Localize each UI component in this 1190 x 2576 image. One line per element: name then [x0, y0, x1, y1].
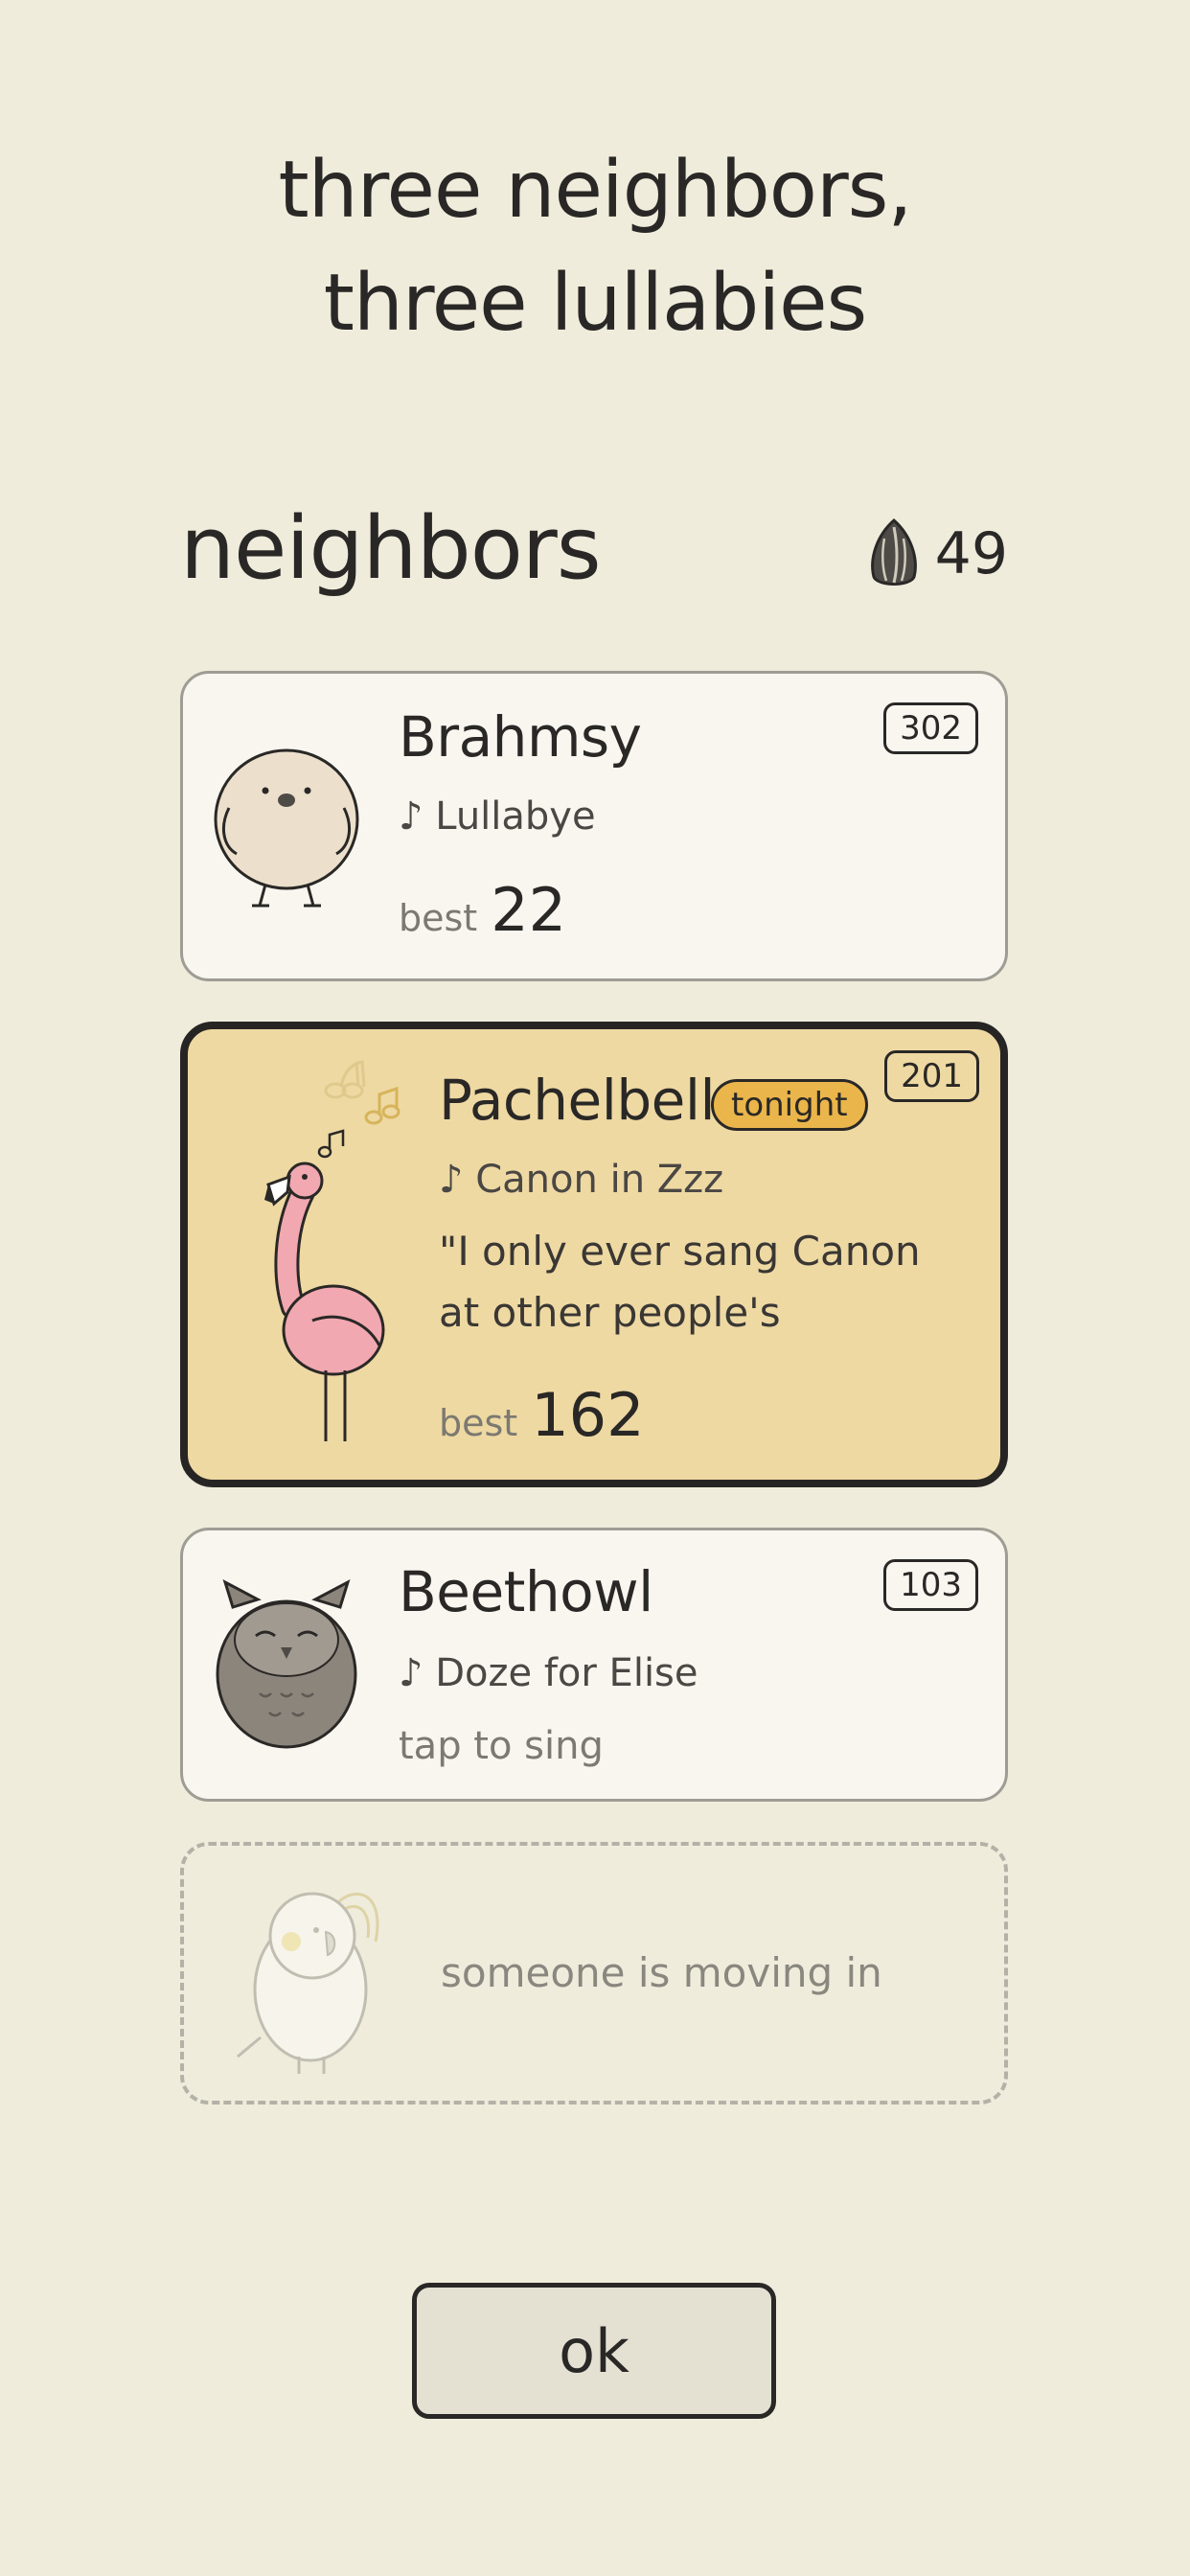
room-number: 302 [883, 702, 978, 754]
neighbor-quote: "I only ever sang Canon at other people'… [439, 1221, 921, 1344]
page-headline: three neighbors, three lullabies [0, 134, 1190, 360]
empty-neighbor-slot: someone is moving in [180, 1842, 1008, 2104]
tonight-badge: tonight [711, 1079, 868, 1131]
quote-line-2: at other people's [439, 1289, 781, 1336]
neighbor-name: Brahmsy [399, 704, 642, 770]
room-number: 103 [883, 1559, 978, 1611]
neighbor-card-beethowl[interactable]: Beethowl 103 ♪ Doze for Elise tap to sin… [180, 1528, 1008, 1802]
best-score: best 22 [399, 875, 566, 945]
tap-to-sing-hint: tap to sing [399, 1724, 604, 1768]
seed-count: 49 [934, 520, 1008, 587]
best-label: best [439, 1402, 518, 1444]
chick-icon [214, 748, 359, 908]
neighbor-name: Pachelbelle [439, 1068, 749, 1133]
best-label: best [399, 897, 478, 939]
best-score: best 162 [439, 1380, 645, 1450]
neighbor-name: Beethowl [399, 1559, 653, 1624]
neighbor-card-pachelbelle[interactable]: Pachelbelle tonight 201 ♪ Canon in Zzz "… [180, 1022, 1008, 1487]
headline-line-2: three lullabies [323, 258, 868, 349]
sunflower-seed-icon [870, 518, 917, 586]
neighbor-song: ♪ Canon in Zzz [439, 1158, 724, 1202]
seed-counter: 49 [866, 518, 1008, 590]
cockatiel-icon [237, 1892, 379, 2074]
room-number: 201 [884, 1050, 979, 1102]
best-value: 22 [491, 875, 567, 945]
flamingo-icon [264, 1060, 400, 1441]
neighbor-card-brahmsy[interactable]: Brahmsy 302 ♪ Lullabye best 22 [180, 671, 1008, 981]
ok-button[interactable]: ok [412, 2283, 776, 2419]
headline-line-1: three neighbors, [278, 145, 913, 236]
best-value: 162 [531, 1380, 645, 1450]
moving-in-text: someone is moving in [441, 1949, 882, 1996]
section-title: neighbors [180, 498, 602, 599]
quote-line-1: "I only ever sang Canon [439, 1228, 921, 1275]
neighbor-song: ♪ Doze for Elise [399, 1651, 698, 1695]
neighbor-song: ♪ Lullabye [399, 794, 596, 839]
owl-icon [216, 1578, 357, 1749]
